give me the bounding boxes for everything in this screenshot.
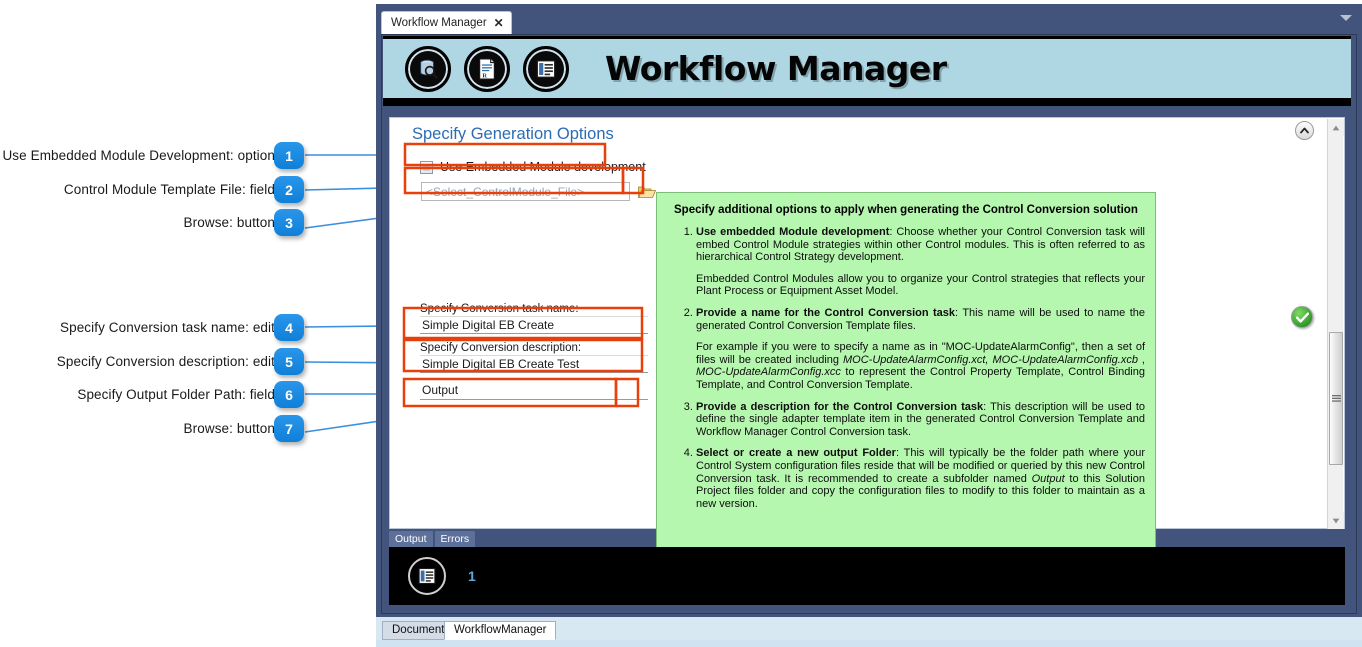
- annotation-badge-3[interactable]: 3: [274, 209, 304, 236]
- annotation-label-7: Browse: button: [183, 421, 275, 436]
- use-embedded-module-checkbox[interactable]: [420, 160, 433, 174]
- conversion-task-name-field[interactable]: Specify Conversion task name: Simple Dig…: [420, 303, 648, 336]
- annotation-badge-2[interactable]: 2: [274, 176, 304, 203]
- annotation-badge-6[interactable]: 6: [274, 381, 304, 408]
- dock-tab-errors[interactable]: Errors: [434, 531, 476, 547]
- scroll-up-arrow-icon[interactable]: [1328, 119, 1344, 136]
- annotation-label-4: Specify Conversion task name: edit: [59, 320, 275, 335]
- output-dock-tabstrip: Output Errors: [389, 531, 1345, 547]
- help-item-4: Select or create a new output Folder: Th…: [696, 447, 1145, 510]
- dock-tab-output[interactable]: Output: [389, 531, 433, 547]
- scrollbar-thumb[interactable]: [1329, 332, 1343, 465]
- help-item-2-extra: For example if you were to specify a nam…: [696, 341, 1145, 391]
- svg-text:R: R: [482, 72, 487, 79]
- annotation-label-3: Browse: button: [183, 215, 275, 230]
- help-item-2-bold: Provide a name for the Control Conversio…: [696, 306, 956, 319]
- help-item-2-italic-3: MOC-UpdateAlarmConfig.xcc: [696, 366, 841, 379]
- annotation-label-2: Control Module Template File: field: [63, 182, 275, 197]
- banner-title: Workflow Manager: [605, 49, 947, 88]
- annotation-label-6: Specify Output Folder Path: field: [77, 387, 275, 402]
- banner-divider: [383, 98, 1351, 109]
- status-tab-workflowmanager[interactable]: WorkflowManager: [444, 621, 557, 640]
- help-item-1: Use embedded Module development: Choose …: [696, 226, 1145, 298]
- annotation-badge-4[interactable]: 4: [274, 314, 304, 341]
- panel-vertical-scrollbar[interactable]: [1327, 119, 1344, 529]
- help-list: Use embedded Module development: Choose …: [668, 226, 1145, 510]
- status-bar-filler: [376, 640, 1362, 647]
- conversion-description-input[interactable]: Simple Digital EB Create Test: [420, 355, 648, 373]
- help-item-3: Provide a description for the Control Co…: [696, 401, 1145, 439]
- close-icon[interactable]: ✕: [494, 17, 504, 29]
- help-item-2: Provide a name for the Control Conversio…: [696, 307, 1145, 392]
- annotation-label-1: Use Embedded Module Development: option: [2, 148, 275, 163]
- scroll-down-arrow-icon[interactable]: [1328, 512, 1344, 529]
- help-item-2-italic-2: MOC-UpdateAlarmConfig.xcb: [992, 353, 1138, 366]
- annotation-badge-7[interactable]: 7: [274, 415, 304, 442]
- output-dock-body: 1: [389, 547, 1345, 605]
- list-document-icon[interactable]: [523, 45, 569, 92]
- green-check-icon: [1291, 306, 1313, 328]
- help-heading: Specify additional options to apply when…: [674, 204, 1138, 216]
- annotation-badge-5[interactable]: 5: [274, 348, 304, 375]
- conversion-description-field[interactable]: Specify Conversion description: Simple D…: [420, 342, 648, 375]
- app-banner: R Workflow Manager: [383, 36, 1351, 98]
- conversion-task-name-label: Specify Conversion task name:: [420, 303, 579, 315]
- bottom-status-bar: Documents WorkflowManager: [376, 617, 1362, 647]
- report-document-icon[interactable]: R: [464, 45, 510, 92]
- help-item-3-bold: Provide a description for the Control Co…: [696, 400, 984, 413]
- help-item-4-italic: Output: [1031, 472, 1065, 485]
- help-item-1-bold: Use embedded Module development: [696, 226, 890, 238]
- help-item-1-extra: Embedded Control Modules allow you to or…: [696, 272, 1145, 298]
- annotation-badge-1[interactable]: 1: [274, 142, 304, 169]
- chevron-up-icon[interactable]: [1295, 121, 1314, 140]
- application-window: Workflow Manager ✕ R Workflow Manager Sp…: [376, 4, 1362, 647]
- generation-options-panel: Specify Generation Options Use Embedded …: [389, 117, 1345, 549]
- output-folder-input[interactable]: Output: [420, 382, 648, 400]
- app-content-area: R Workflow Manager Specify Generation Op…: [381, 34, 1357, 614]
- folder-open-icon: [638, 186, 656, 198]
- help-item-2-extra-mid: ,: [1137, 353, 1145, 366]
- help-information-box: Specify additional options to apply when…: [656, 192, 1156, 549]
- help-item-4-bold: Select or create a new output Folder: [696, 447, 896, 460]
- search-database-icon[interactable]: [405, 45, 451, 92]
- output-folder-field[interactable]: Output: [420, 382, 648, 404]
- list-document-icon: [408, 557, 446, 595]
- document-tab-workflow-manager[interactable]: Workflow Manager ✕: [381, 11, 512, 34]
- document-tab-label: Workflow Manager: [391, 17, 487, 29]
- use-embedded-module-label: Use Embedded Module development: [440, 160, 646, 174]
- control-module-file-input[interactable]: <Select_ControlModule_File>: [421, 182, 630, 201]
- banner-icon-group: R: [405, 45, 569, 92]
- help-item-2-italic-1: MOC-UpdateAlarmConfig.xct,: [843, 353, 989, 366]
- conversion-description-label: Specify Conversion description:: [420, 342, 582, 354]
- control-module-file-placeholder: <Select_ControlModule_File>: [426, 185, 585, 199]
- page-title: Specify Generation Options: [412, 125, 614, 143]
- chevron-down-icon[interactable]: [1340, 15, 1352, 21]
- annotation-label-5: Specify Conversion description: edit: [56, 354, 275, 369]
- use-embedded-module-row[interactable]: Use Embedded Module development: [420, 160, 646, 174]
- conversion-task-name-input[interactable]: Simple Digital EB Create: [420, 316, 648, 334]
- document-tabstrip: Workflow Manager ✕: [376, 4, 1362, 34]
- output-item-count: 1: [468, 568, 476, 584]
